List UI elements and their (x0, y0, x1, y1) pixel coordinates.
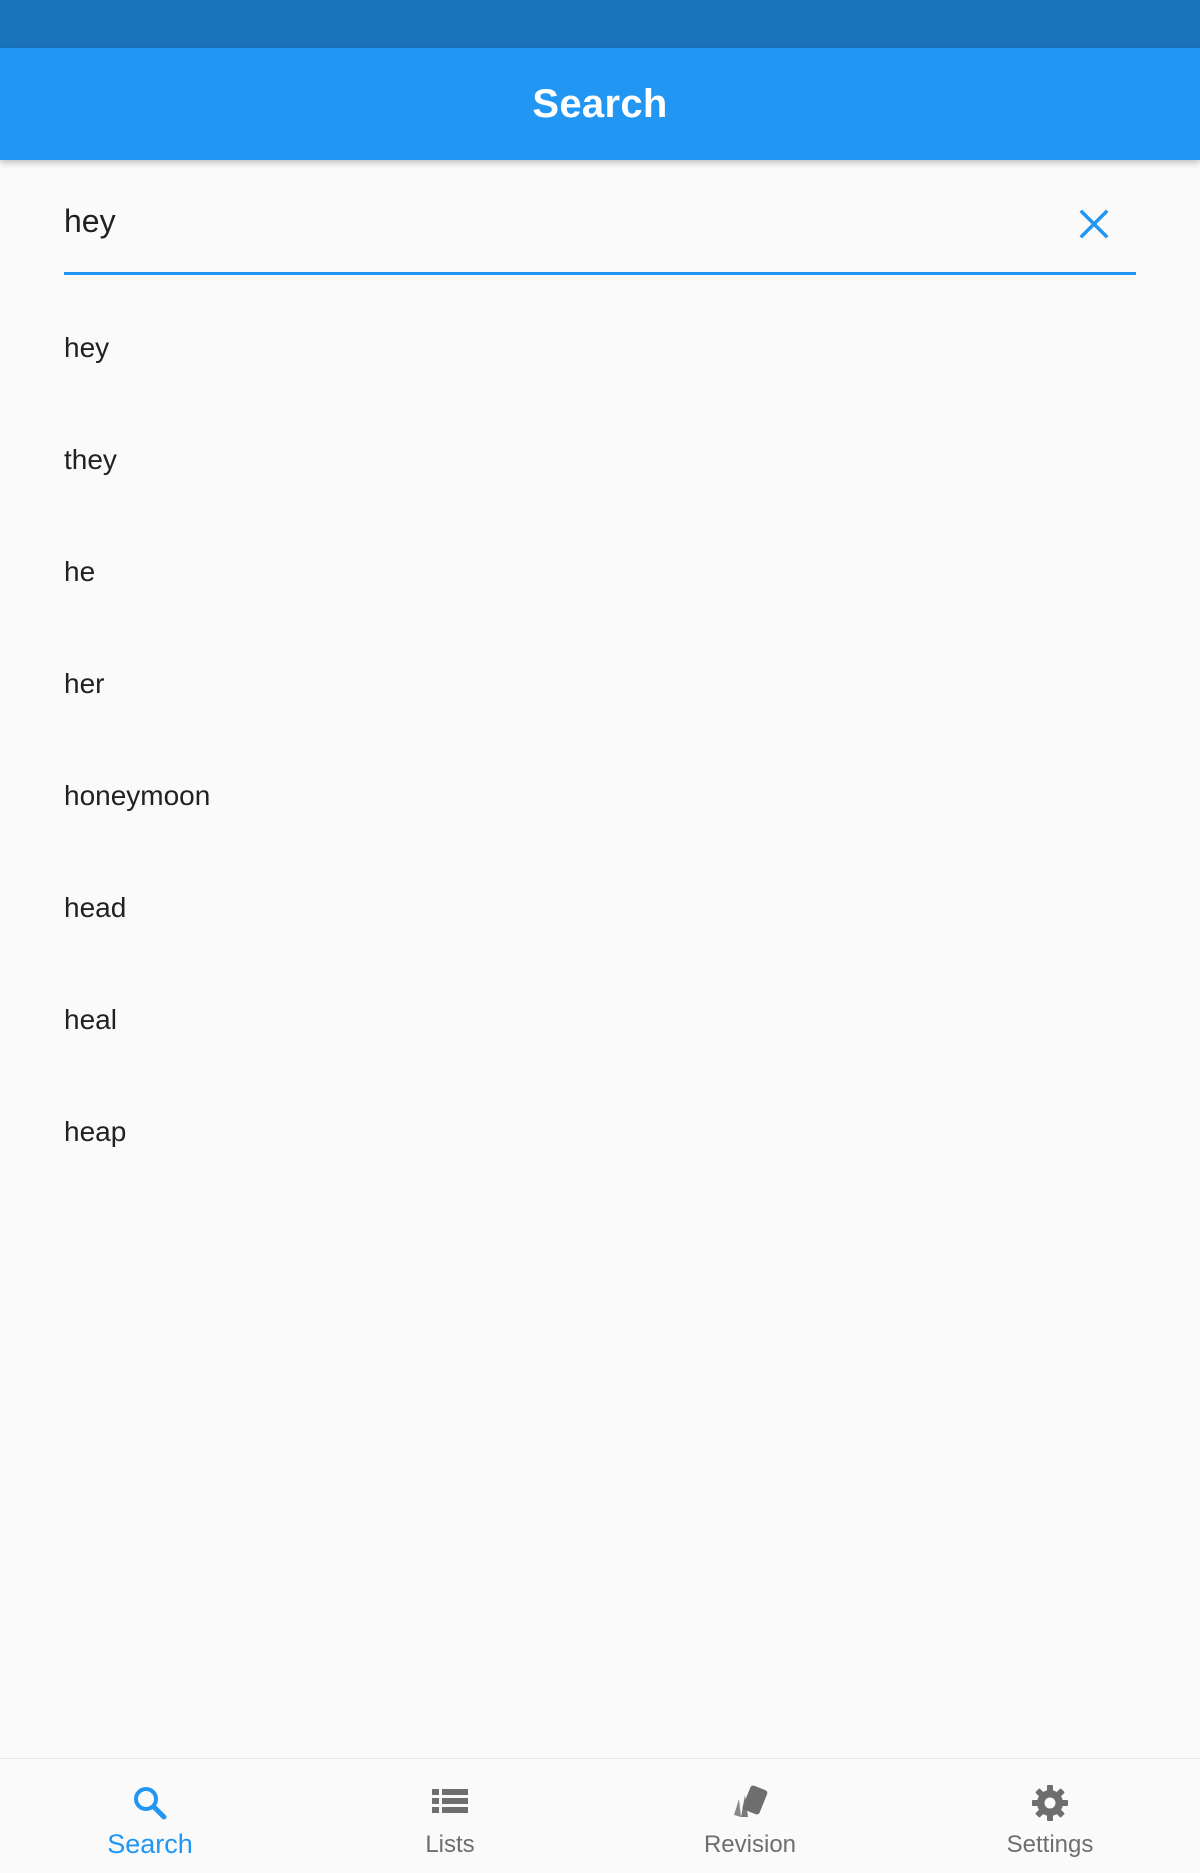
page-title: Search (532, 81, 668, 126)
list-item[interactable]: heap (0, 1076, 1200, 1188)
nav-item-lists[interactable]: Lists (300, 1759, 600, 1873)
list-icon (428, 1781, 472, 1825)
list-item[interactable]: honeymoon (0, 740, 1200, 852)
nav-label-revision: Revision (703, 1831, 797, 1858)
status-bar (0, 0, 1200, 48)
list-item[interactable]: he (0, 516, 1200, 628)
nav-item-settings[interactable]: Settings (900, 1759, 1200, 1873)
result-word: head (64, 892, 127, 923)
result-word: he (64, 556, 96, 587)
list-item[interactable]: head (0, 852, 1200, 964)
search-input[interactable] (64, 196, 1024, 246)
result-word: her (64, 668, 105, 699)
clear-search-button[interactable] (1072, 202, 1116, 246)
search-field (64, 172, 1136, 275)
result-word: they (64, 444, 117, 475)
nav-label-search: Search (107, 1829, 193, 1859)
close-icon (1079, 209, 1109, 239)
nav-item-revision[interactable]: Revision (600, 1759, 900, 1873)
bottom-navigation: Search Lists Revision Settings (0, 1758, 1200, 1873)
search-icon (128, 1781, 172, 1825)
list-item[interactable]: hey (0, 292, 1200, 404)
result-word: heal (64, 1004, 117, 1035)
gear-icon (1028, 1781, 1072, 1825)
result-word: honeymoon (64, 780, 211, 811)
result-word: heap (64, 1116, 127, 1147)
result-word: hey (64, 332, 110, 363)
nav-label-lists: Lists (425, 1831, 475, 1858)
list-item[interactable]: her (0, 628, 1200, 740)
nav-item-search[interactable]: Search (0, 1759, 300, 1873)
list-item[interactable]: they (0, 404, 1200, 516)
search-results-list: hey they he her honeymoon head heal heap (0, 292, 1200, 1188)
app-bar: Search (0, 48, 1200, 160)
list-item[interactable]: heal (0, 964, 1200, 1076)
cards-icon (728, 1781, 772, 1825)
nav-label-settings: Settings (1006, 1831, 1094, 1858)
